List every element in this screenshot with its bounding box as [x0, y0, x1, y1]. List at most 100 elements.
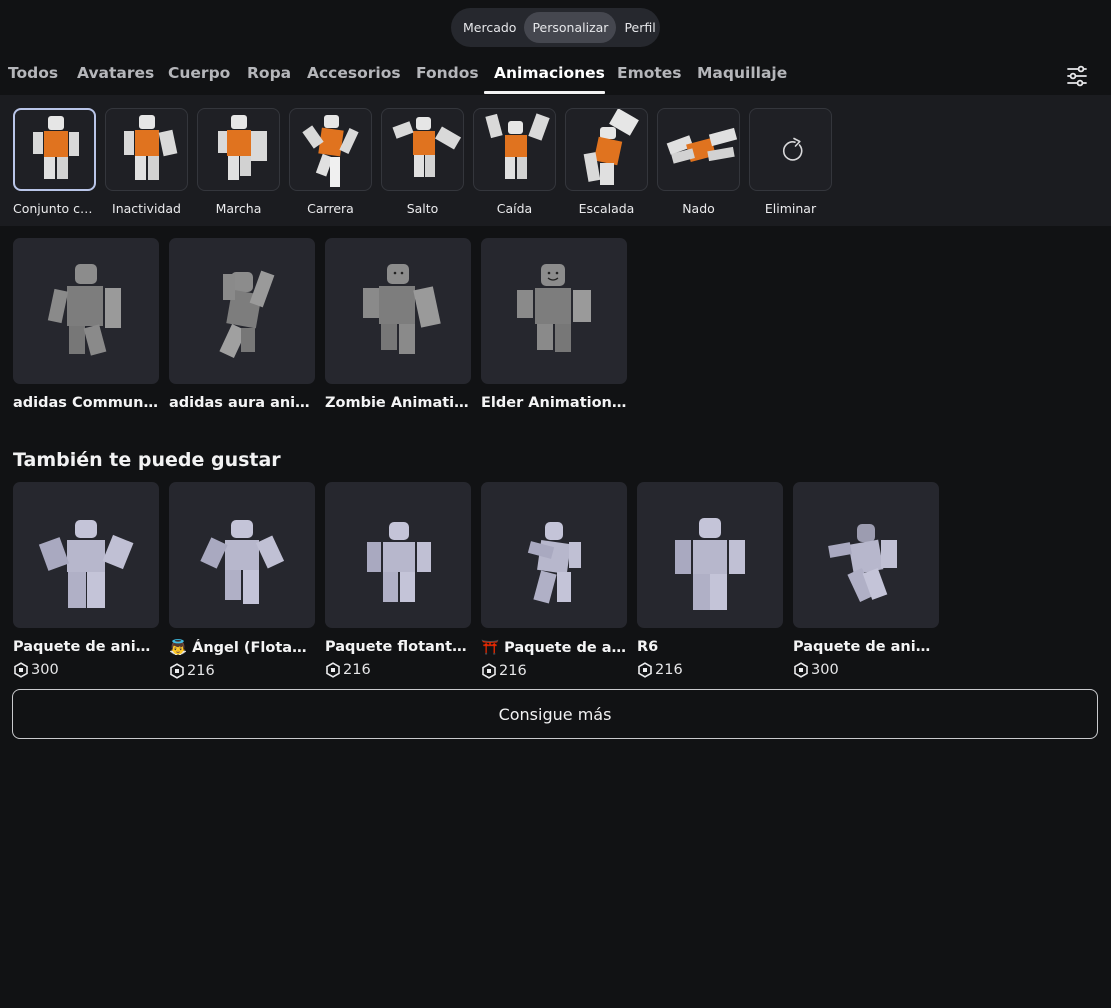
recommended-item-card[interactable]: Paquete de anima... 300 [13, 482, 159, 678]
item-name: adidas aura anima... [169, 395, 315, 411]
robux-icon [638, 662, 652, 678]
slot-marcha[interactable]: Marcha [197, 108, 280, 216]
item-thumbnail [169, 482, 315, 628]
slot-escalada[interactable]: Escalada [565, 108, 648, 216]
nav-perfil[interactable]: Perfil [616, 12, 663, 43]
avatar-thumbnail [200, 520, 285, 604]
avatar-thumbnail [47, 264, 121, 356]
avatar-thumbnail [828, 524, 897, 602]
avatar-thumbnail [219, 270, 275, 358]
avatar-thumbnail [485, 113, 550, 179]
top-segmented-nav: Mercado Personalizar Perfil [451, 8, 660, 47]
avatar-thumbnail [33, 116, 79, 179]
slot-label: Conjunto co... [13, 201, 96, 216]
avatar-thumbnail [517, 264, 591, 352]
nav-mercado[interactable]: Mercado [455, 12, 524, 43]
item-price: 216 [169, 663, 315, 679]
recommended-item-card[interactable]: Paquete de anima... 300 [793, 482, 939, 678]
slot-eliminar[interactable]: Eliminar [749, 108, 832, 216]
slot-salto[interactable]: Salto [381, 108, 464, 216]
avatar-thumbnail [218, 115, 267, 180]
owned-item-card[interactable]: Elder Animation P... [481, 238, 627, 411]
recommended-item-card[interactable]: ⛩️ Paquete de ani... 216 [481, 482, 627, 679]
price-value: 216 [343, 662, 371, 678]
item-name: Zombie Animation ... [325, 395, 471, 411]
slot-label: Escalada [578, 201, 635, 216]
item-price: 216 [637, 662, 783, 678]
item-thumbnail [481, 482, 627, 628]
filter-button[interactable] [1064, 64, 1090, 88]
item-name: R6 [637, 639, 659, 655]
item-name: 👼 Ángel (Flotante) [169, 640, 315, 656]
recommendations-title: También te puede gustar [13, 449, 281, 471]
avatar-thumbnail [124, 115, 178, 180]
sliders-icon [1067, 65, 1087, 87]
price-value: 216 [655, 662, 683, 678]
recommended-item-card[interactable]: R6 216 [637, 482, 783, 678]
avatar-thumbnail [666, 127, 738, 164]
avatar-thumbnail [583, 109, 639, 185]
get-more-button[interactable]: Consigue más [12, 689, 1098, 739]
item-thumbnail [13, 482, 159, 628]
tab-avatares[interactable]: Avatares [77, 64, 154, 82]
tab-todos[interactable]: Todos [8, 64, 58, 82]
robux-icon [14, 662, 28, 678]
slot-thumbnail [473, 108, 556, 191]
recommended-item-card[interactable]: Paquete flotante ... 216 [325, 482, 471, 678]
nav-personalizar[interactable]: Personalizar [524, 12, 617, 43]
slot-nado[interactable]: Nado [657, 108, 740, 216]
item-price: 216 [325, 662, 471, 678]
slot-label: Salto [406, 201, 439, 216]
tab-maquillaje[interactable]: Maquillaje [697, 64, 787, 82]
tab-ropa[interactable]: Ropa [247, 64, 291, 82]
slot-caida[interactable]: Caída [473, 108, 556, 216]
item-thumbnail [13, 238, 159, 384]
slot-carrera[interactable]: Carrera [289, 108, 372, 216]
category-tabs: Todos Avatares Cuerpo Ropa Accesorios Fo… [0, 58, 1111, 95]
price-value: 216 [187, 663, 215, 679]
tab-accesorios[interactable]: Accesorios [307, 64, 401, 82]
active-tab-indicator [484, 91, 605, 94]
reset-icon [782, 137, 803, 161]
item-thumbnail [325, 482, 471, 628]
avatar-thumbnail [675, 518, 745, 610]
item-thumbnail [793, 482, 939, 628]
slot-thumbnail [381, 108, 464, 191]
robux-icon [794, 662, 808, 678]
owned-item-card[interactable]: Zombie Animation ... [325, 238, 471, 411]
avatar-thumbnail [392, 117, 462, 177]
slot-label: Eliminar [764, 201, 817, 216]
recommended-item-card[interactable]: 👼 Ángel (Flotante) 216 [169, 482, 315, 679]
robux-icon [170, 663, 184, 679]
avatar-thumbnail [367, 522, 431, 602]
item-thumbnail [325, 238, 471, 384]
slot-thumbnail [197, 108, 280, 191]
item-thumbnail [637, 482, 783, 628]
owned-item-card[interactable]: adidas aura anima... [169, 238, 315, 411]
price-value: 216 [499, 663, 527, 679]
slot-label: Caída [496, 201, 533, 216]
item-name: Paquete flotante ... [325, 639, 471, 655]
slot-thumbnail [657, 108, 740, 191]
avatar-thumbnail [527, 522, 581, 604]
slot-conjunto[interactable]: Conjunto co... [13, 108, 96, 216]
item-price: 300 [793, 662, 939, 678]
item-price: 216 [481, 663, 627, 679]
price-value: 300 [811, 662, 839, 678]
item-name: Elder Animation P... [481, 395, 627, 411]
item-thumbnail [481, 238, 627, 384]
avatar-thumbnail [302, 115, 359, 187]
slot-label: Nado [682, 201, 715, 216]
tab-cuerpo[interactable]: Cuerpo [168, 64, 230, 82]
owned-item-card[interactable]: adidas Community [13, 238, 159, 411]
slot-label: Marcha [215, 201, 262, 216]
slot-thumbnail [13, 108, 96, 191]
price-value: 300 [31, 662, 59, 678]
item-name: ⛩️ Paquete de ani... [481, 640, 627, 656]
robux-icon [482, 663, 496, 679]
slot-inactividad[interactable]: Inactividad [105, 108, 188, 216]
avatar-thumbnail [38, 520, 134, 608]
tab-emotes[interactable]: Emotes [617, 64, 682, 82]
tab-fondos[interactable]: Fondos [416, 64, 479, 82]
tab-animaciones[interactable]: Animaciones [494, 64, 605, 82]
